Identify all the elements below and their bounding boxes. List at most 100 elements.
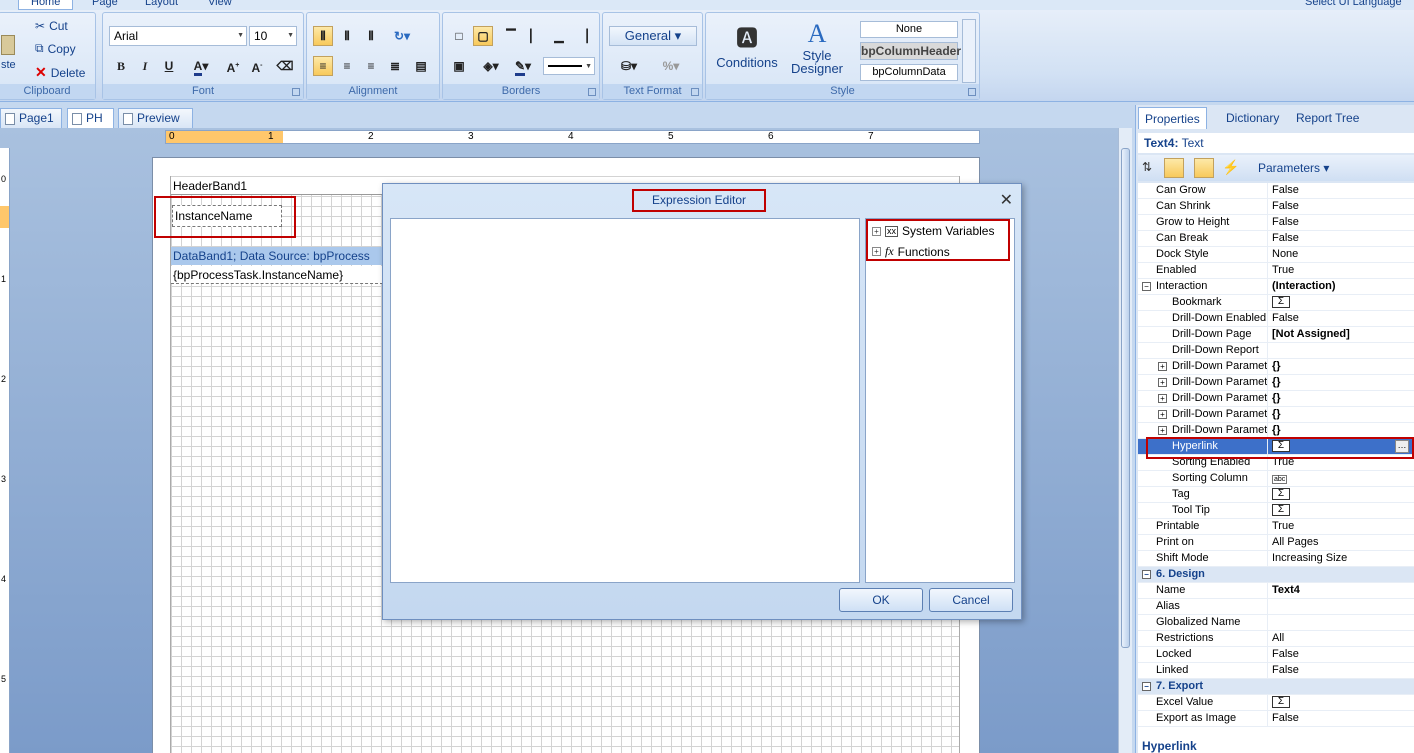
border-color-button[interactable]: ✎▾: [509, 56, 537, 76]
tab-ph[interactable]: PH: [67, 108, 114, 128]
ui-language-link[interactable]: Select UI Language: [1305, 0, 1402, 10]
events-icon[interactable]: ⚡: [1222, 159, 1239, 176]
parameters-dropdown[interactable]: Parameters ▾: [1258, 161, 1329, 175]
expression-sigma-icon[interactable]: Σ: [1272, 696, 1290, 709]
property-value[interactable]: Σ: [1272, 695, 1290, 710]
expand-icon[interactable]: −: [1142, 282, 1151, 291]
property-row[interactable]: Drill-Down Report: [1138, 343, 1414, 359]
bold-button[interactable]: B: [111, 56, 131, 76]
font-family-combo[interactable]: Arial ▼: [109, 26, 247, 46]
property-row[interactable]: − Interaction (Interaction): [1138, 279, 1414, 295]
property-value[interactable]: {}: [1272, 391, 1281, 406]
property-row[interactable]: Enabled True: [1138, 263, 1414, 279]
border-all-button[interactable]: □: [449, 26, 469, 46]
property-row[interactable]: −7. Export: [1138, 679, 1414, 695]
fill-color-button[interactable]: ◈▾: [477, 56, 505, 76]
copy-button[interactable]: ⧉ Copy: [35, 41, 76, 56]
property-row[interactable]: Shift Mode Increasing Size: [1138, 551, 1414, 567]
border-none-button[interactable]: ▢: [473, 26, 493, 46]
property-row[interactable]: −6. Design: [1138, 567, 1414, 583]
font-color-button[interactable]: A▾: [187, 56, 215, 76]
border-right-button[interactable]: ▕: [573, 26, 593, 46]
property-row[interactable]: Tool Tip Σ: [1138, 503, 1414, 519]
property-row[interactable]: + Drill-Down Paramete {}: [1138, 375, 1414, 391]
shrink-font-button[interactable]: A-: [247, 56, 267, 76]
justify-button[interactable]: ≣: [385, 56, 405, 76]
property-row[interactable]: Dock Style None: [1138, 247, 1414, 263]
property-row[interactable]: Can Break False: [1138, 231, 1414, 247]
border-left-button[interactable]: ▏: [525, 26, 545, 46]
format-percent-button[interactable]: %▾: [653, 56, 689, 76]
property-row[interactable]: Tag Σ: [1138, 487, 1414, 503]
tab-page1[interactable]: Page1: [0, 108, 62, 128]
property-value[interactable]: False: [1272, 711, 1299, 726]
property-row[interactable]: Print on All Pages: [1138, 535, 1414, 551]
tab-layout[interactable]: Layout: [145, 0, 178, 10]
format-currency-button[interactable]: ⛁▾: [611, 56, 647, 76]
style-item-none[interactable]: None: [860, 21, 958, 38]
property-value[interactable]: Increasing Size: [1272, 551, 1347, 566]
property-row[interactable]: + Drill-Down Paramete {}: [1138, 391, 1414, 407]
paste-button[interactable]: ste: [1, 35, 16, 71]
property-value[interactable]: False: [1272, 647, 1299, 662]
property-row[interactable]: Globalized Name: [1138, 615, 1414, 631]
align-middle-button[interactable]: ⦀: [337, 26, 357, 46]
property-value[interactable]: {}: [1272, 423, 1281, 438]
scroll-thumb[interactable]: [1121, 148, 1130, 648]
property-value[interactable]: {}: [1272, 359, 1281, 374]
close-icon[interactable]: ✕: [1000, 190, 1013, 210]
property-value[interactable]: True: [1272, 263, 1294, 278]
property-value[interactable]: Text4: [1272, 583, 1300, 598]
tab-page[interactable]: Page: [92, 0, 118, 10]
property-value[interactable]: {}: [1272, 407, 1281, 422]
text-format-dialog-launcher-icon[interactable]: [691, 88, 699, 96]
design-vertical-scrollbar[interactable]: [1118, 128, 1132, 753]
style-dialog-launcher-icon[interactable]: [968, 88, 976, 96]
property-value[interactable]: False: [1272, 231, 1299, 246]
property-value[interactable]: All: [1272, 631, 1284, 646]
expression-sigma-icon[interactable]: Σ: [1272, 504, 1290, 517]
font-dialog-launcher-icon[interactable]: [292, 88, 300, 96]
underline-button[interactable]: U: [159, 56, 179, 76]
format-combo[interactable]: General ▾: [609, 26, 697, 46]
property-row[interactable]: Name Text4: [1138, 583, 1414, 599]
cancel-button[interactable]: Cancel: [929, 588, 1013, 612]
tab-report-tree[interactable]: Report Tree: [1290, 107, 1365, 129]
property-row[interactable]: Can Grow False: [1138, 183, 1414, 199]
borders-dialog-launcher-icon[interactable]: [588, 88, 596, 96]
expand-icon[interactable]: +: [1158, 426, 1167, 435]
tab-properties[interactable]: Properties: [1138, 107, 1207, 129]
property-row[interactable]: Linked False: [1138, 663, 1414, 679]
property-value[interactable]: [Not Assigned]: [1272, 327, 1350, 342]
shadow-button[interactable]: ▣: [449, 56, 469, 76]
style-item-data[interactable]: bpColumnData: [860, 64, 958, 81]
conditions-button[interactable]: 🅰 Conditions: [716, 21, 778, 70]
expand-icon[interactable]: +: [1158, 394, 1167, 403]
grow-font-button[interactable]: A+: [223, 56, 243, 76]
border-bottom-button[interactable]: ▁: [549, 26, 569, 46]
expression-sigma-icon[interactable]: Σ: [1272, 296, 1290, 309]
property-value[interactable]: False: [1272, 215, 1299, 230]
expand-icon[interactable]: +: [1158, 362, 1167, 371]
property-value[interactable]: False: [1272, 199, 1299, 214]
data-field-text[interactable]: {bpProcessTask.InstanceName}: [171, 266, 383, 284]
property-value[interactable]: Σ: [1272, 503, 1290, 518]
expand-icon[interactable]: +: [1158, 410, 1167, 419]
property-row[interactable]: + Drill-Down Paramete {}: [1138, 407, 1414, 423]
property-value[interactable]: All Pages: [1272, 535, 1318, 550]
expand-icon[interactable]: +: [1158, 378, 1167, 387]
tab-home[interactable]: Home: [18, 0, 74, 10]
property-row[interactable]: Can Shrink False: [1138, 199, 1414, 215]
property-row[interactable]: Drill-Down Page [Not Assigned]: [1138, 327, 1414, 343]
align-top-button[interactable]: ⦀: [313, 26, 333, 46]
expand-icon[interactable]: −: [1142, 570, 1151, 579]
property-row[interactable]: Bookmark Σ: [1138, 295, 1414, 311]
property-row[interactable]: + Drill-Down Paramete {}: [1138, 359, 1414, 375]
delete-button[interactable]: ✕ Delete: [35, 64, 85, 81]
property-row[interactable]: Restrictions All: [1138, 631, 1414, 647]
data-band[interactable]: DataBand1; Data Source: bpProcess: [171, 247, 383, 265]
align-center-button[interactable]: ≡: [337, 56, 357, 76]
cut-button[interactable]: ✂ Cut: [35, 19, 68, 33]
property-value[interactable]: Σ: [1272, 295, 1290, 310]
property-row[interactable]: Printable True: [1138, 519, 1414, 535]
